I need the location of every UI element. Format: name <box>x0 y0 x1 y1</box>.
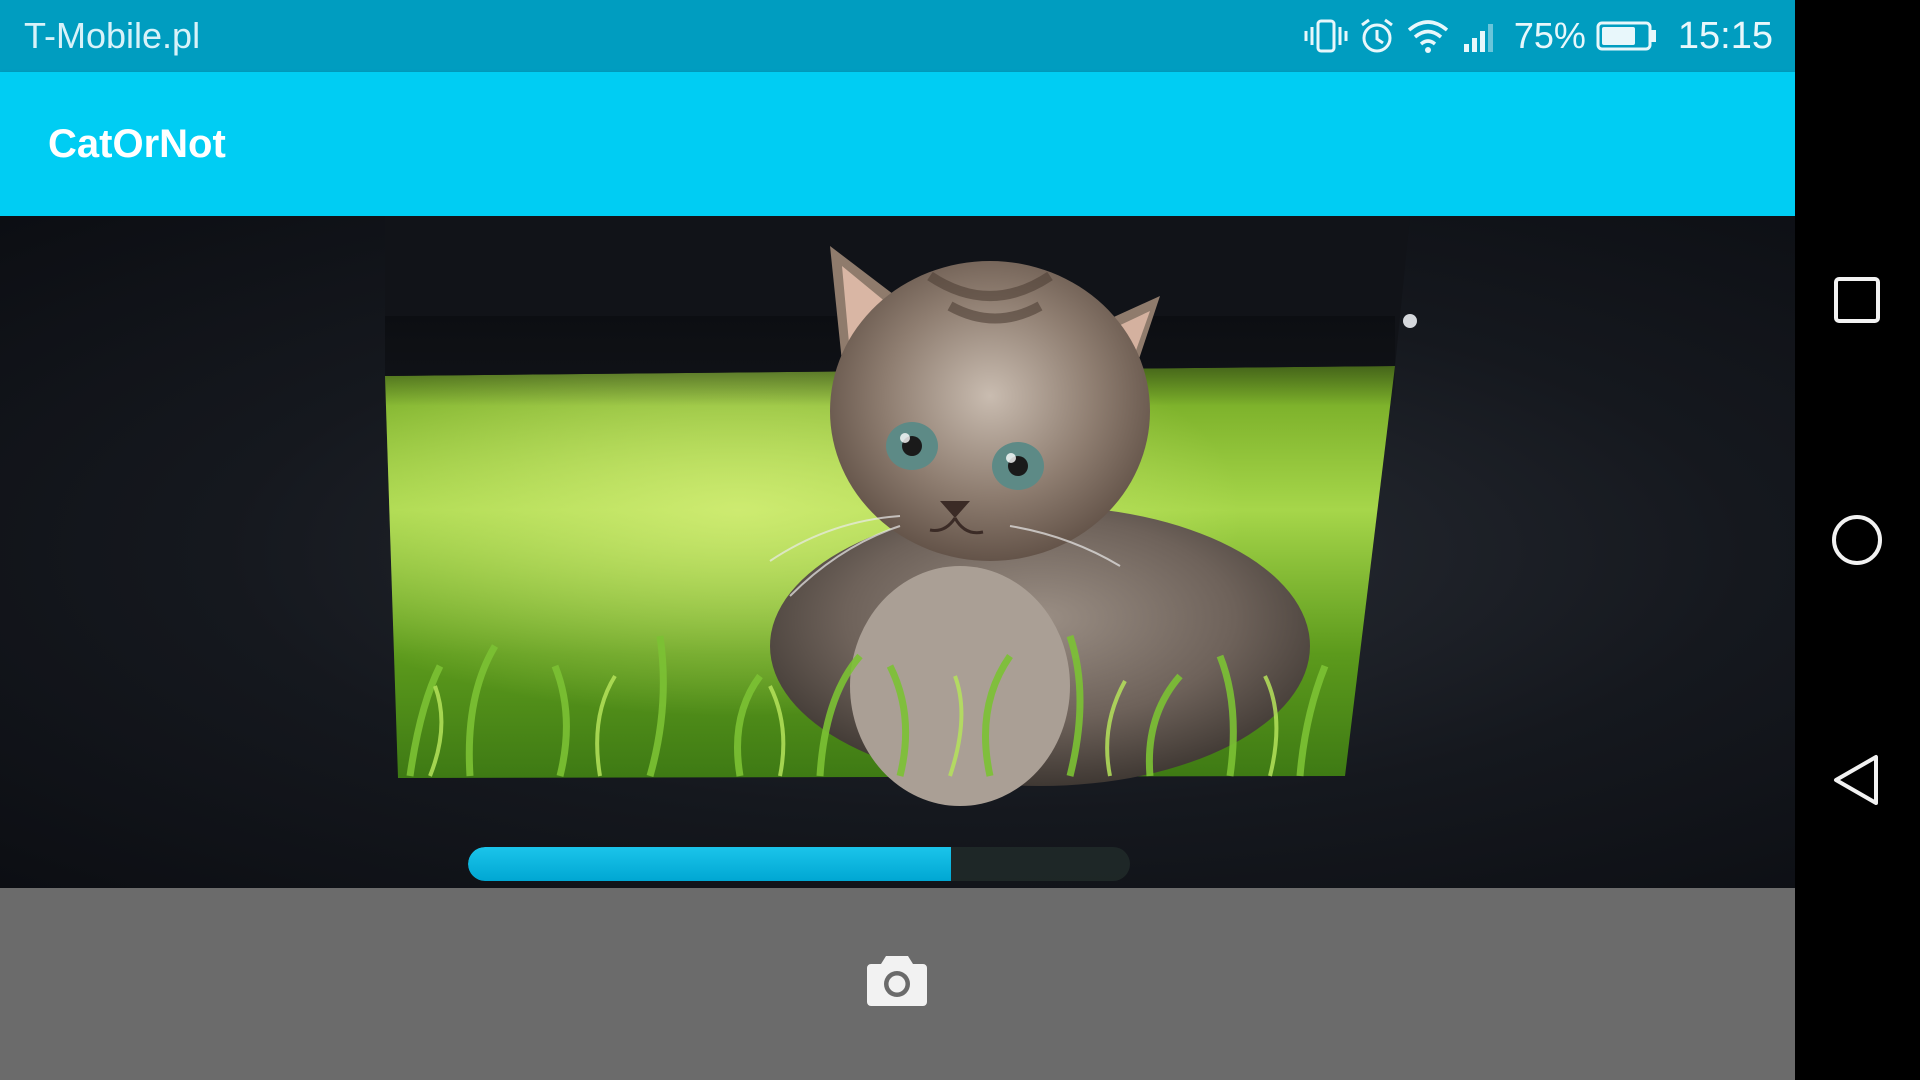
carrier-name: T-Mobile.pl <box>24 15 201 56</box>
alarm-icon <box>1358 17 1396 55</box>
app-title: CatOrNot <box>48 122 226 166</box>
battery-percent: 75% <box>1513 15 1586 56</box>
back-button[interactable] <box>1817 740 1897 820</box>
camera-icon <box>867 956 927 1006</box>
vibrate-icon <box>1304 18 1348 54</box>
battery-icon <box>1596 20 1658 52</box>
app-bar: CatOrNot <box>0 72 1795 216</box>
wifi-icon <box>1406 18 1450 54</box>
home-button[interactable] <box>1817 500 1897 580</box>
progress-fill <box>468 847 952 881</box>
classification-progress-bar <box>468 847 1130 881</box>
capture-button[interactable] <box>862 950 932 1010</box>
recents-icon <box>1834 277 1880 323</box>
camera-preview <box>0 216 1795 888</box>
status-icons: 75% 15:15 <box>1304 12 1773 60</box>
home-icon <box>1832 515 1882 565</box>
clock: 15:15 <box>1677 14 1773 57</box>
navigation-bar <box>1795 0 1920 1080</box>
recents-button[interactable] <box>1817 260 1897 340</box>
status-bar: T-Mobile.pl 75% 15:15 <box>0 0 1795 72</box>
app-window: T-Mobile.pl 75% 15:15 CatOrNot <box>0 0 1795 1080</box>
signal-icon <box>1460 18 1500 54</box>
kitten-photo <box>385 216 1417 806</box>
back-icon <box>1834 755 1878 805</box>
